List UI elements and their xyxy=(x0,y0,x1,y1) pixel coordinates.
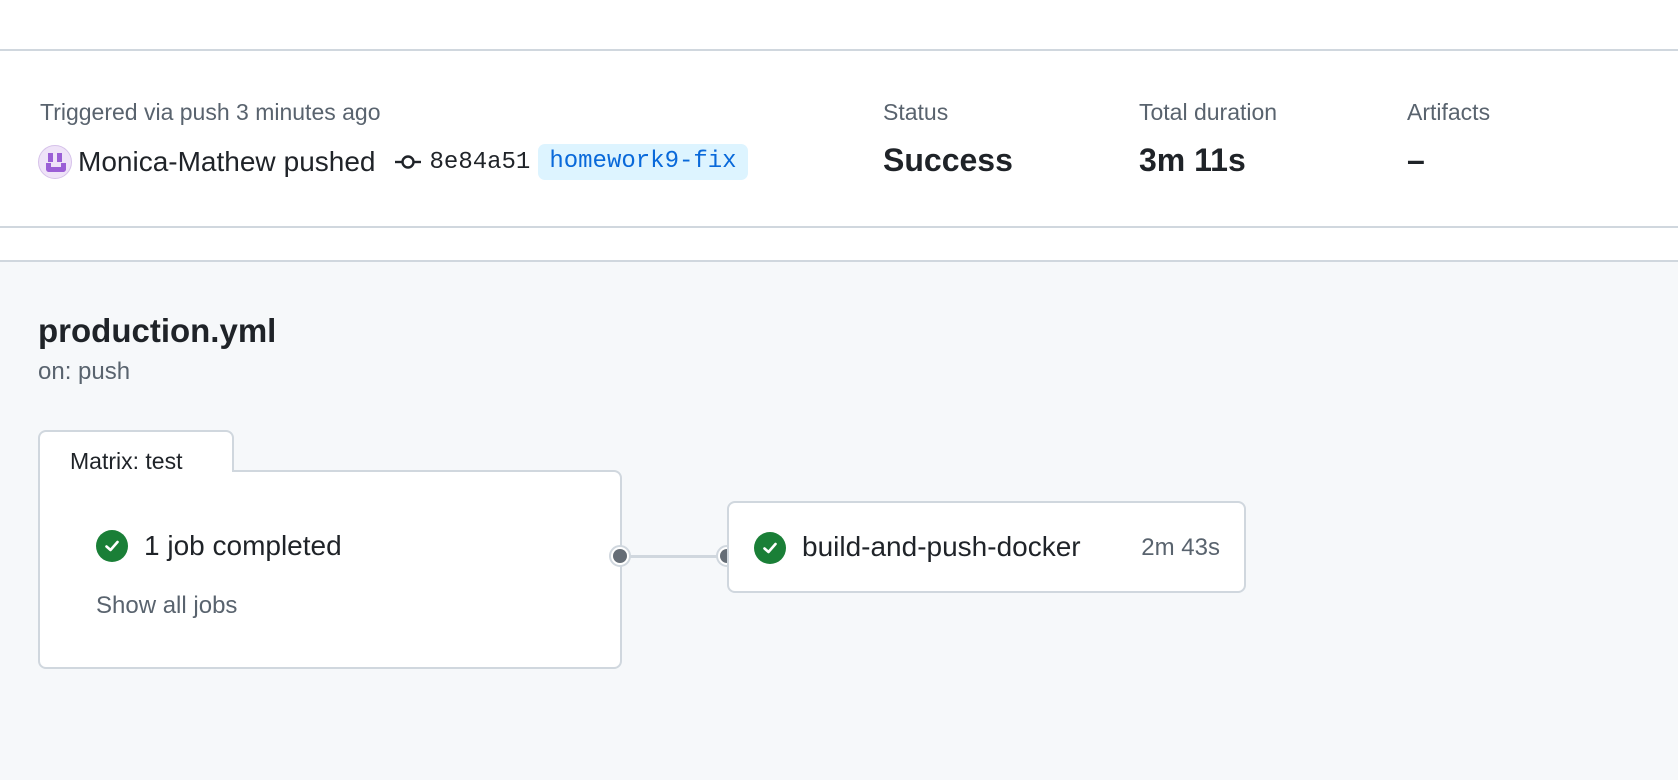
pusher-row: Monica-Mathew pushed 8e84a51 homework9-f… xyxy=(38,143,748,181)
matrix-card: 1 job completed Show all jobs xyxy=(38,468,622,669)
show-all-jobs-link[interactable]: Show all jobs xyxy=(96,592,237,620)
job-duration: 2m 43s xyxy=(1141,534,1220,561)
duration-value: 3m 11s xyxy=(1139,142,1246,178)
matrix-title: Matrix: test xyxy=(70,448,183,474)
artifacts-value: – xyxy=(1407,142,1425,178)
job-connector xyxy=(629,555,719,558)
job-card[interactable]: build-and-push-docker 2m 43s xyxy=(727,501,1246,593)
matrix-tab: Matrix: test xyxy=(38,430,234,474)
duration-label: Total duration xyxy=(1139,99,1278,125)
workflow-file-name: production.yml xyxy=(38,312,277,349)
job-name[interactable]: build-and-push-docker xyxy=(802,531,1081,563)
matrix-summary-text: 1 job completed xyxy=(144,530,342,561)
action-text: pushed xyxy=(283,146,376,177)
avatar[interactable] xyxy=(38,145,72,179)
artifacts-label: Artifacts xyxy=(1407,99,1491,125)
commit-sha-link[interactable]: 8e84a51 xyxy=(430,149,531,176)
status-label: Status xyxy=(883,99,949,125)
status-column: Status Success xyxy=(883,99,1013,179)
branch-badge[interactable]: homework9-fix xyxy=(538,144,748,180)
actor-link[interactable]: Monica-Mathew xyxy=(78,146,276,178)
workflow-trigger: on: push xyxy=(38,358,131,385)
check-circle-icon xyxy=(96,530,128,562)
check-circle-icon xyxy=(754,532,786,564)
duration-column: Total duration 3m 11s xyxy=(1139,99,1277,179)
connector-node-out xyxy=(609,545,631,567)
trigger-text: Triggered via push 3 minutes ago xyxy=(40,99,381,125)
matrix-job-summary: 1 job completed xyxy=(96,530,342,562)
git-commit-icon xyxy=(394,155,421,169)
run-summary-card: Triggered via push 3 minutes ago Monica-… xyxy=(0,49,1678,228)
artifacts-column: Artifacts – xyxy=(1407,99,1490,179)
workflow-graph: production.yml on: push Matrix: test 1 j… xyxy=(0,260,1678,780)
status-value: Success xyxy=(883,142,1013,178)
